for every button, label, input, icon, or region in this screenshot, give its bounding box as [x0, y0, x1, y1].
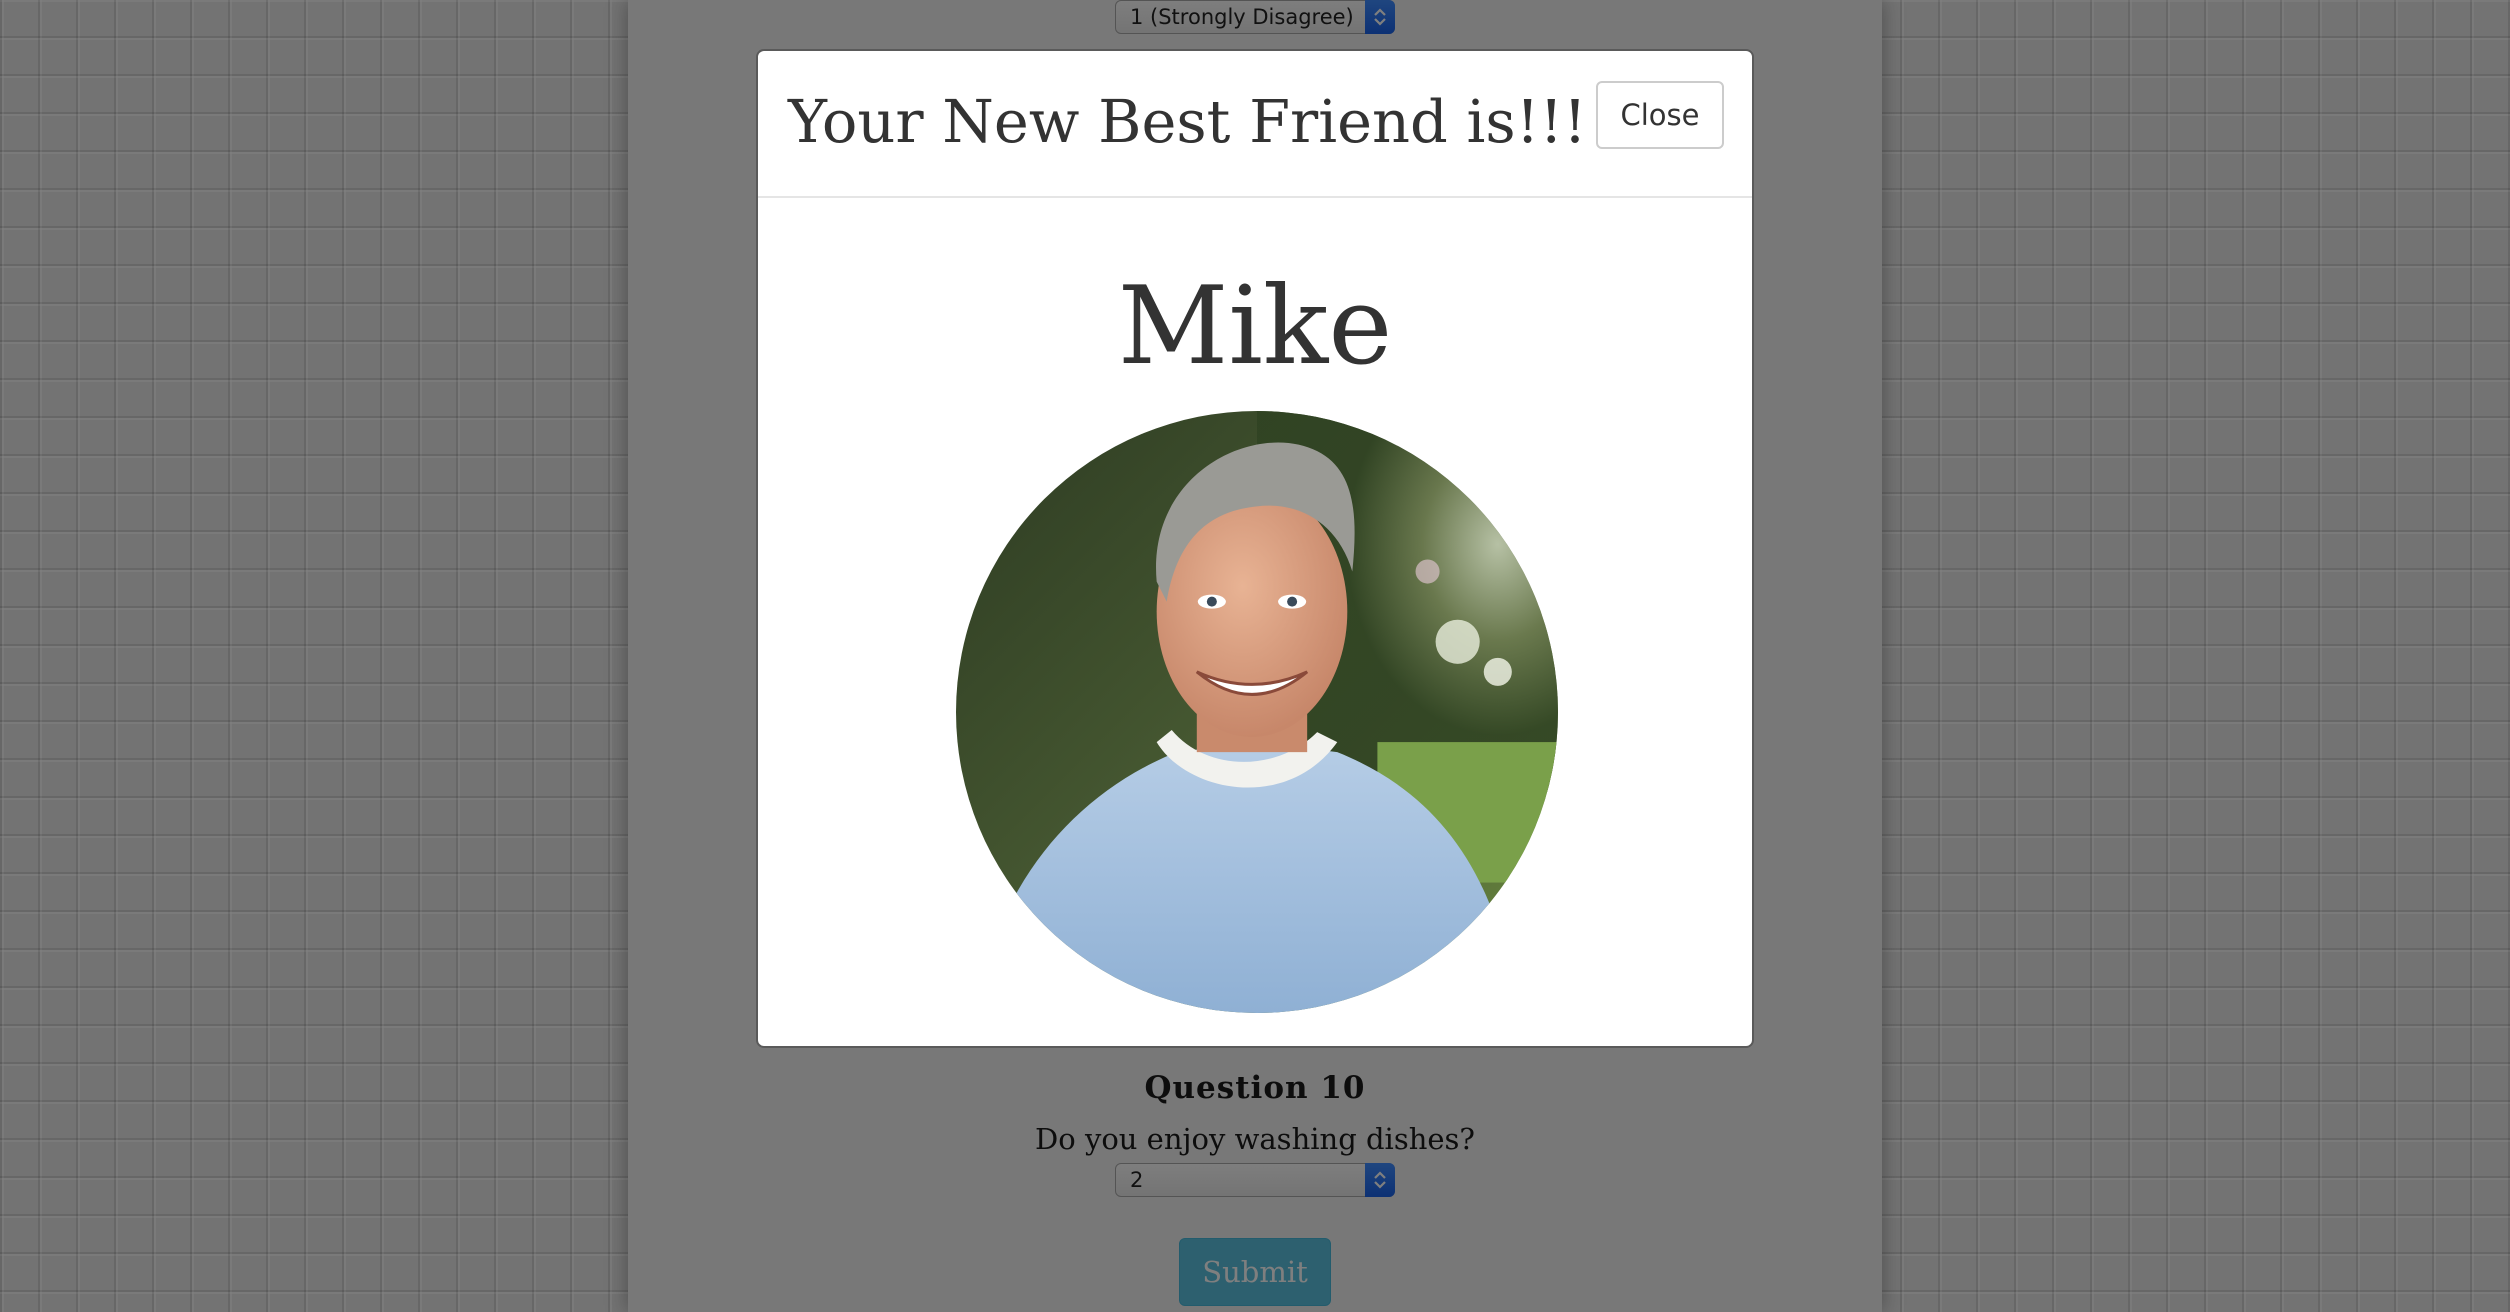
close-button[interactable]: Close [1596, 81, 1724, 149]
friend-photo [956, 411, 1558, 1013]
modal-title: Your New Best Friend is!!! [788, 87, 1587, 156]
modal-header: Your New Best Friend is!!! Close [758, 51, 1752, 198]
best-friend-modal: Your New Best Friend is!!! Close Mike [756, 49, 1754, 1048]
friend-name: Mike [1117, 264, 1393, 389]
